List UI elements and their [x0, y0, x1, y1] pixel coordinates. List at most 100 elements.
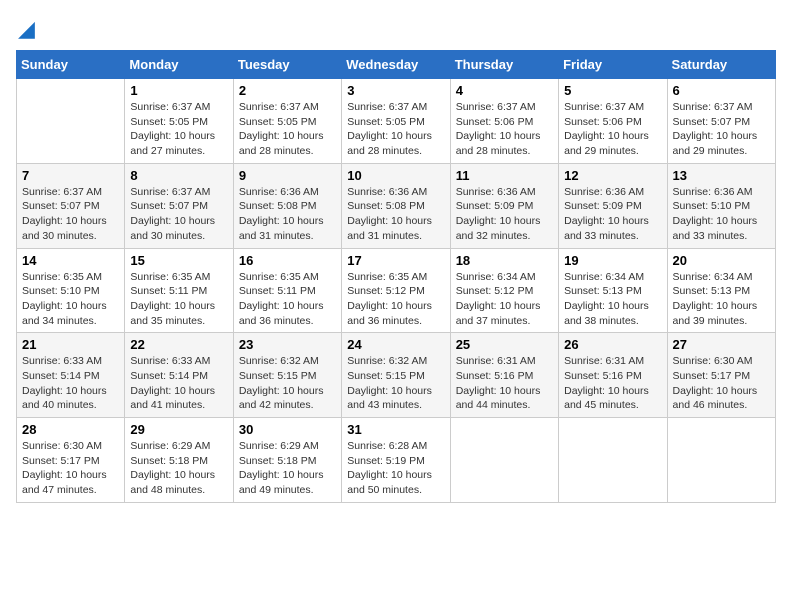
day-info: Sunrise: 6:32 AMSunset: 5:15 PMDaylight:… [239, 354, 336, 413]
calendar-cell [559, 418, 667, 503]
day-info: Sunrise: 6:37 AMSunset: 5:05 PMDaylight:… [347, 100, 444, 159]
calendar-cell: 7Sunrise: 6:37 AMSunset: 5:07 PMDaylight… [17, 163, 125, 248]
day-info: Sunrise: 6:36 AMSunset: 5:08 PMDaylight:… [347, 185, 444, 244]
day-info: Sunrise: 6:34 AMSunset: 5:13 PMDaylight:… [673, 270, 770, 329]
calendar-week-row: 28Sunrise: 6:30 AMSunset: 5:17 PMDayligh… [17, 418, 776, 503]
calendar-header-row: SundayMondayTuesdayWednesdayThursdayFrid… [17, 51, 776, 79]
day-number: 8 [130, 168, 227, 183]
day-info: Sunrise: 6:31 AMSunset: 5:16 PMDaylight:… [456, 354, 553, 413]
day-number: 23 [239, 337, 336, 352]
calendar-cell: 24Sunrise: 6:32 AMSunset: 5:15 PMDayligh… [342, 333, 450, 418]
column-header-wednesday: Wednesday [342, 51, 450, 79]
day-number: 31 [347, 422, 444, 437]
column-header-sunday: Sunday [17, 51, 125, 79]
day-info: Sunrise: 6:33 AMSunset: 5:14 PMDaylight:… [130, 354, 227, 413]
calendar-cell: 1 Sunrise: 6:37 AMSunset: 5:05 PMDaylight… [125, 79, 233, 164]
calendar-cell: 10Sunrise: 6:36 AMSunset: 5:08 PMDayligh… [342, 163, 450, 248]
day-info: Sunrise: 6:37 AMSunset: 5:05 PMDaylight:… [239, 100, 336, 159]
day-number: 24 [347, 337, 444, 352]
calendar-cell [667, 418, 775, 503]
logo: ◢ [16, 16, 35, 42]
day-number: 6 [673, 83, 770, 98]
calendar-cell: 5 Sunrise: 6:37 AMSunset: 5:06 PMDaylight… [559, 79, 667, 164]
calendar-cell: 4Sunrise: 6:37 AMSunset: 5:06 PMDaylight… [450, 79, 558, 164]
calendar-cell: 18Sunrise: 6:34 AMSunset: 5:12 PMDayligh… [450, 248, 558, 333]
day-info: Sunrise: 6:33 AMSunset: 5:14 PMDaylight:… [22, 354, 119, 413]
day-number: 1 [130, 83, 227, 98]
day-info: Sunrise: 6:36 AMSunset: 5:09 PMDaylight:… [456, 185, 553, 244]
day-number: 27 [673, 337, 770, 352]
day-info: Sunrise: 6:29 AMSunset: 5:18 PMDaylight:… [130, 439, 227, 498]
day-number: 12 [564, 168, 661, 183]
day-number: 29 [130, 422, 227, 437]
logo-bird-icon: ◢ [18, 16, 35, 42]
calendar-cell: 8 Sunrise: 6:37 AMSunset: 5:07 PMDaylight… [125, 163, 233, 248]
calendar-cell: 21 Sunrise: 6:33 AMSunset: 5:14 PMDayligh… [17, 333, 125, 418]
calendar-cell: 26Sunrise: 6:31 AMSunset: 5:16 PMDayligh… [559, 333, 667, 418]
calendar-cell: 15 Sunrise: 6:35 AMSunset: 5:11 PMDayligh… [125, 248, 233, 333]
day-info: Sunrise: 6:37 AMSunset: 5:07 PMDaylight:… [130, 185, 227, 244]
day-number: 22 [130, 337, 227, 352]
calendar-cell: 9Sunrise: 6:36 AMSunset: 5:08 PMDaylight… [233, 163, 341, 248]
day-info: Sunrise: 6:35 AMSunset: 5:11 PMDaylight:… [130, 270, 227, 329]
day-number: 5 [564, 83, 661, 98]
calendar-cell: 22 Sunrise: 6:33 AMSunset: 5:14 PMDayligh… [125, 333, 233, 418]
day-info: Sunrise: 6:31 AMSunset: 5:16 PMDaylight:… [564, 354, 661, 413]
calendar-cell: 13 Sunrise: 6:36 AMSunset: 5:10 PMDayligh… [667, 163, 775, 248]
day-number: 13 [673, 168, 770, 183]
calendar-cell: 30 Sunrise: 6:29 AMSunset: 5:18 PMDayligh… [233, 418, 341, 503]
calendar-cell: 17 Sunrise: 6:35 AMSunset: 5:12 PMDayligh… [342, 248, 450, 333]
calendar-week-row: 1 Sunrise: 6:37 AMSunset: 5:05 PMDaylight… [17, 79, 776, 164]
day-info: Sunrise: 6:28 AMSunset: 5:19 PMDaylight:… [347, 439, 444, 498]
day-info: Sunrise: 6:34 AMSunset: 5:13 PMDaylight:… [564, 270, 661, 329]
day-info: Sunrise: 6:37 AMSunset: 5:05 PMDaylight:… [130, 100, 227, 159]
day-number: 30 [239, 422, 336, 437]
day-number: 15 [130, 253, 227, 268]
day-info: Sunrise: 6:35 AMSunset: 5:10 PMDaylight:… [22, 270, 119, 329]
calendar-table: SundayMondayTuesdayWednesdayThursdayFrid… [16, 50, 776, 503]
calendar-cell: 20 Sunrise: 6:34 AMSunset: 5:13 PMDayligh… [667, 248, 775, 333]
day-info: Sunrise: 6:35 AMSunset: 5:12 PMDaylight:… [347, 270, 444, 329]
day-info: Sunrise: 6:34 AMSunset: 5:12 PMDaylight:… [456, 270, 553, 329]
calendar-cell: 14 Sunrise: 6:35 AMSunset: 5:10 PMDayligh… [17, 248, 125, 333]
calendar-cell [17, 79, 125, 164]
calendar-cell: 19Sunrise: 6:34 AMSunset: 5:13 PMDayligh… [559, 248, 667, 333]
day-number: 17 [347, 253, 444, 268]
page-header: ◢ [16, 16, 776, 42]
day-number: 14 [22, 253, 119, 268]
column-header-thursday: Thursday [450, 51, 558, 79]
calendar-cell: 12 Sunrise: 6:36 AMSunset: 5:09 PMDayligh… [559, 163, 667, 248]
day-number: 2 [239, 83, 336, 98]
calendar-cell: 2 Sunrise: 6:37 AMSunset: 5:05 PMDaylight… [233, 79, 341, 164]
calendar-cell: 6 Sunrise: 6:37 AMSunset: 5:07 PMDaylight… [667, 79, 775, 164]
calendar-cell: 11Sunrise: 6:36 AMSunset: 5:09 PMDayligh… [450, 163, 558, 248]
day-info: Sunrise: 6:36 AMSunset: 5:10 PMDaylight:… [673, 185, 770, 244]
calendar-cell: 31 Sunrise: 6:28 AMSunset: 5:19 PMDayligh… [342, 418, 450, 503]
day-info: Sunrise: 6:30 AMSunset: 5:17 PMDaylight:… [22, 439, 119, 498]
column-header-monday: Monday [125, 51, 233, 79]
calendar-cell: 29 Sunrise: 6:29 AMSunset: 5:18 PMDayligh… [125, 418, 233, 503]
day-info: Sunrise: 6:37 AMSunset: 5:06 PMDaylight:… [564, 100, 661, 159]
day-number: 16 [239, 253, 336, 268]
day-info: Sunrise: 6:37 AMSunset: 5:07 PMDaylight:… [673, 100, 770, 159]
calendar-cell [450, 418, 558, 503]
day-number: 9 [239, 168, 336, 183]
calendar-cell: 28Sunrise: 6:30 AMSunset: 5:17 PMDayligh… [17, 418, 125, 503]
column-header-saturday: Saturday [667, 51, 775, 79]
day-info: Sunrise: 6:36 AMSunset: 5:09 PMDaylight:… [564, 185, 661, 244]
day-info: Sunrise: 6:30 AMSunset: 5:17 PMDaylight:… [673, 354, 770, 413]
calendar-week-row: 7Sunrise: 6:37 AMSunset: 5:07 PMDaylight… [17, 163, 776, 248]
day-info: Sunrise: 6:37 AMSunset: 5:07 PMDaylight:… [22, 185, 119, 244]
day-info: Sunrise: 6:37 AMSunset: 5:06 PMDaylight:… [456, 100, 553, 159]
day-number: 20 [673, 253, 770, 268]
day-info: Sunrise: 6:29 AMSunset: 5:18 PMDaylight:… [239, 439, 336, 498]
calendar-cell: 25Sunrise: 6:31 AMSunset: 5:16 PMDayligh… [450, 333, 558, 418]
day-number: 21 [22, 337, 119, 352]
day-info: Sunrise: 6:35 AMSunset: 5:11 PMDaylight:… [239, 270, 336, 329]
day-number: 3 [347, 83, 444, 98]
column-header-friday: Friday [559, 51, 667, 79]
calendar-week-row: 14 Sunrise: 6:35 AMSunset: 5:10 PMDayligh… [17, 248, 776, 333]
calendar-cell: 16 Sunrise: 6:35 AMSunset: 5:11 PMDayligh… [233, 248, 341, 333]
calendar-cell: 27 Sunrise: 6:30 AMSunset: 5:17 PMDayligh… [667, 333, 775, 418]
calendar-cell: 3 Sunrise: 6:37 AMSunset: 5:05 PMDaylight… [342, 79, 450, 164]
